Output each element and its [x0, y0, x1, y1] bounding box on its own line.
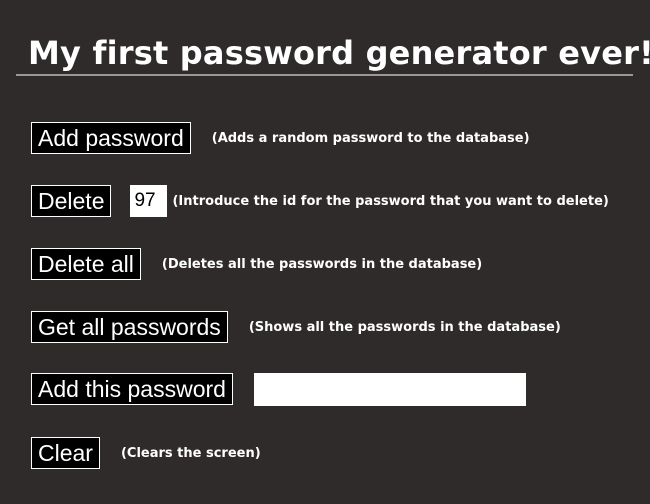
clear-row: Clear (Clears the screen) [31, 436, 261, 470]
title-divider [16, 74, 633, 76]
get-all-hint: (Shows all the passwords in the database… [248, 319, 561, 335]
add-password-row: Add password (Adds a random password to … [31, 121, 530, 155]
add-password-button[interactable]: Add password [31, 122, 191, 154]
delete-button[interactable]: Delete [31, 185, 112, 217]
get-all-passwords-button[interactable]: Get all passwords [31, 311, 228, 343]
delete-hint: (Introduce the id for the password that … [172, 193, 609, 209]
add-password-hint: (Adds a random password to the database) [211, 130, 530, 146]
add-this-password-button[interactable]: Add this password [31, 373, 233, 405]
clear-hint: (Clears the screen) [120, 445, 261, 461]
clear-button[interactable]: Clear [31, 437, 100, 469]
page-title: My first password generator ever! [28, 34, 650, 72]
get-all-row: Get all passwords (Shows all the passwor… [31, 310, 561, 344]
password-input[interactable] [253, 372, 526, 406]
delete-all-button[interactable]: Delete all [31, 248, 141, 280]
delete-row: Delete (Introduce the id for the passwor… [31, 184, 609, 218]
delete-all-hint: (Deletes all the passwords in the databa… [161, 256, 483, 272]
add-this-password-row: Add this password [31, 372, 526, 406]
delete-id-input[interactable] [130, 185, 168, 217]
delete-all-row: Delete all (Deletes all the passwords in… [31, 247, 482, 281]
